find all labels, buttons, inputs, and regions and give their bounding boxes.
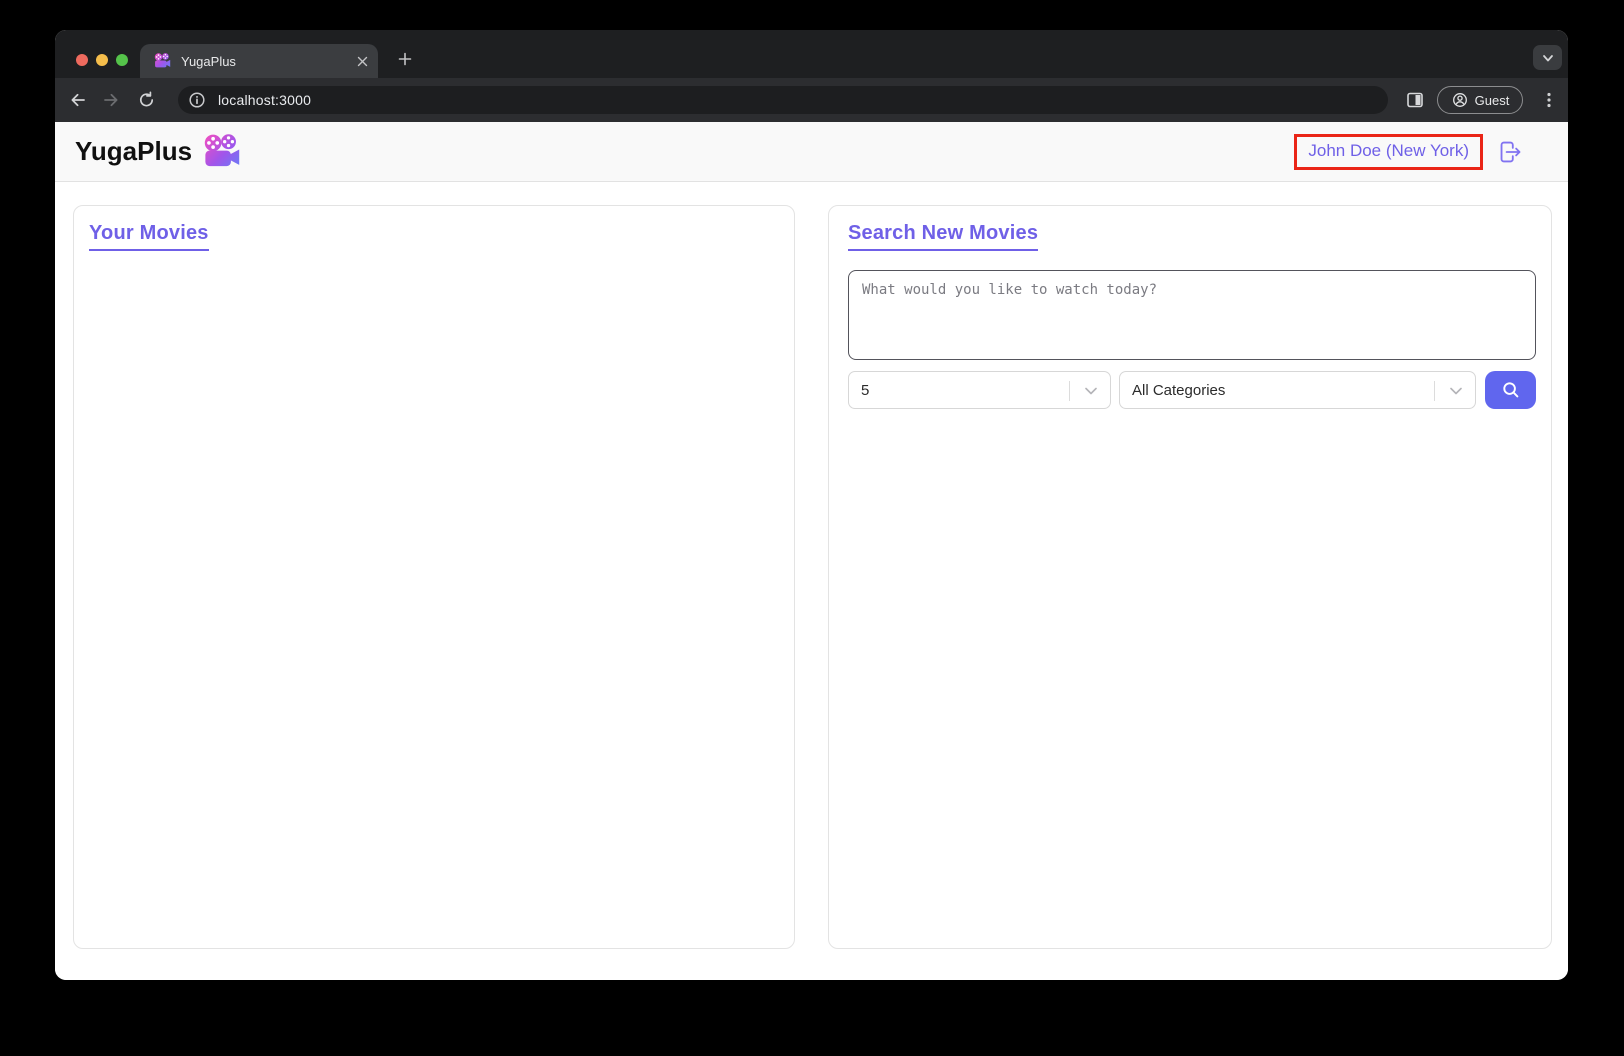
results-count-select[interactable]: 5 bbox=[848, 371, 1111, 409]
select-divider bbox=[1434, 381, 1435, 401]
movie-camera-logo-icon bbox=[203, 134, 241, 172]
search-icon bbox=[1501, 380, 1521, 400]
search-movies-panel: Search New Movies 5 All Categories bbox=[828, 205, 1552, 949]
your-movies-panel: Your Movies bbox=[73, 205, 795, 949]
tab-favicon-movie-camera-icon bbox=[154, 53, 171, 70]
profile-avatar-icon bbox=[1451, 91, 1469, 109]
tab-search-chevron-button[interactable] bbox=[1533, 45, 1562, 70]
browser-window: YugaPlus bbox=[55, 30, 1568, 980]
browser-menu-icon[interactable] bbox=[1539, 90, 1559, 110]
search-controls: 5 All Categories bbox=[848, 371, 1536, 409]
side-panel-icon[interactable] bbox=[1405, 90, 1425, 110]
tab-title: YugaPlus bbox=[181, 54, 357, 69]
chevron-down-icon bbox=[1450, 387, 1462, 395]
close-window-button[interactable] bbox=[76, 54, 88, 66]
category-value: All Categories bbox=[1132, 382, 1225, 399]
chevron-down-icon bbox=[1085, 387, 1097, 395]
user-location-label[interactable]: John Doe (New York) bbox=[1308, 141, 1469, 161]
main-content: Your Movies Search New Movies 5 All Cate… bbox=[55, 182, 1568, 980]
search-button[interactable] bbox=[1485, 371, 1536, 409]
tab-close-icon[interactable] bbox=[357, 56, 368, 67]
tab-strip: YugaPlus bbox=[55, 30, 1568, 78]
logout-icon[interactable] bbox=[1496, 139, 1522, 165]
url-text[interactable]: localhost:3000 bbox=[218, 92, 311, 108]
forward-icon[interactable] bbox=[101, 90, 121, 110]
reload-icon[interactable] bbox=[137, 90, 157, 110]
search-movies-title: Search New Movies bbox=[848, 222, 1038, 251]
maximize-window-button[interactable] bbox=[116, 54, 128, 66]
results-count-value: 5 bbox=[861, 382, 869, 399]
minimize-window-button[interactable] bbox=[96, 54, 108, 66]
annotation-highlight-box: John Doe (New York) bbox=[1294, 134, 1483, 170]
back-icon[interactable] bbox=[68, 90, 88, 110]
profile-label: Guest bbox=[1475, 93, 1510, 108]
browser-tab[interactable]: YugaPlus bbox=[140, 44, 378, 78]
your-movies-title: Your Movies bbox=[89, 222, 209, 251]
new-tab-button[interactable] bbox=[392, 46, 418, 72]
app-title: YugaPlus bbox=[75, 136, 192, 167]
site-info-icon[interactable] bbox=[187, 90, 207, 110]
select-divider bbox=[1069, 381, 1070, 401]
search-input[interactable] bbox=[848, 270, 1536, 360]
profile-button[interactable]: Guest bbox=[1437, 86, 1523, 114]
category-select[interactable]: All Categories bbox=[1119, 371, 1476, 409]
app-header: YugaPlus John Doe (New York) bbox=[55, 122, 1568, 182]
address-bar[interactable]: localhost:3000 bbox=[178, 86, 1388, 114]
browser-toolbar: localhost:3000 Guest bbox=[55, 78, 1568, 122]
